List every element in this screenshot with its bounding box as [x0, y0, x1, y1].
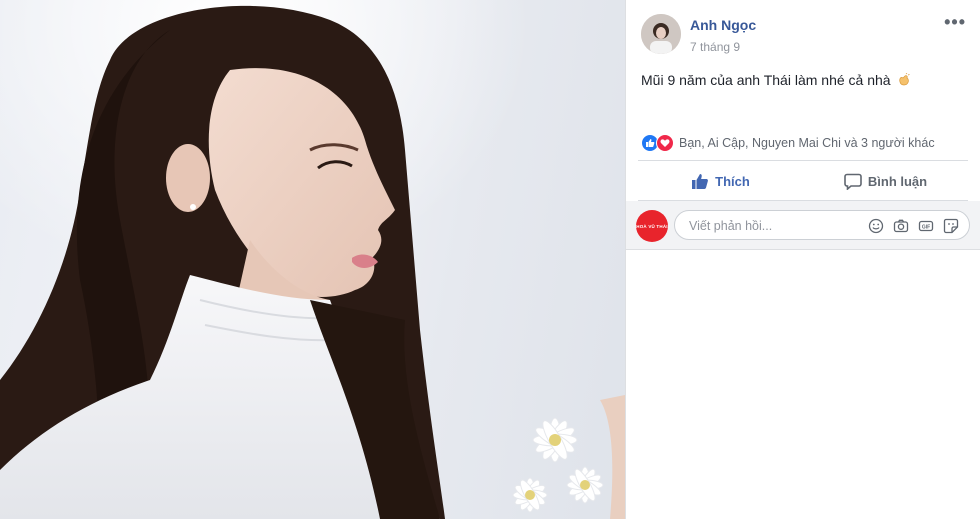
commenter-avatar-text: HOÀ VŨ THÁI: [636, 223, 668, 229]
commenter-avatar[interactable]: HOÀ VŨ THÁI: [636, 210, 668, 242]
comment-composer: HOÀ VŨ THÁI GIF: [626, 201, 980, 250]
comment-input[interactable]: [687, 216, 841, 236]
like-label: Thích: [715, 173, 750, 189]
portrait-image: [0, 0, 625, 519]
love-reaction-icon: [656, 134, 674, 152]
emoji-icon[interactable]: [867, 217, 884, 234]
camera-icon[interactable]: [892, 217, 909, 234]
post-date-link[interactable]: 7 tháng 9: [690, 40, 740, 54]
comment-input-icons: GIF: [867, 217, 959, 234]
clapping-hands-icon: [897, 72, 911, 87]
more-options-button[interactable]: •••: [944, 12, 966, 33]
author-avatar[interactable]: [641, 14, 681, 54]
like-button[interactable]: Thích: [638, 163, 803, 199]
post-side-panel: Anh Ngọc 7 tháng 9 ••• Mũi 9 năm của anh…: [625, 0, 980, 519]
post-text-content: Mũi 9 năm của anh Thái làm nhé cả nhà: [641, 72, 891, 88]
svg-text:GIF: GIF: [921, 224, 929, 230]
post-photo[interactable]: [0, 0, 625, 519]
photo-viewer: Anh Ngọc 7 tháng 9 ••• Mũi 9 năm của anh…: [0, 0, 980, 519]
divider: [638, 160, 968, 161]
comment-button[interactable]: Bình luận: [803, 163, 968, 199]
thumbs-up-icon: [692, 173, 709, 189]
comment-input-wrapper[interactable]: GIF: [674, 210, 970, 240]
post-text: Mũi 9 năm của anh Thái làm nhé cả nhà: [641, 72, 911, 88]
post-actions: Thích Bình luận: [638, 163, 968, 199]
comment-bubble-icon: [844, 173, 862, 190]
gif-icon[interactable]: GIF: [917, 217, 934, 234]
sticker-icon[interactable]: [942, 217, 959, 234]
reactions-summary[interactable]: Bạn, Ai Cập, Nguyen Mai Chi và 3 người k…: [641, 133, 935, 153]
comment-label: Bình luận: [867, 173, 928, 189]
author-name-link[interactable]: Anh Ngọc: [690, 17, 756, 33]
reactions-text: Bạn, Ai Cập, Nguyen Mai Chi và 3 người k…: [679, 136, 935, 150]
